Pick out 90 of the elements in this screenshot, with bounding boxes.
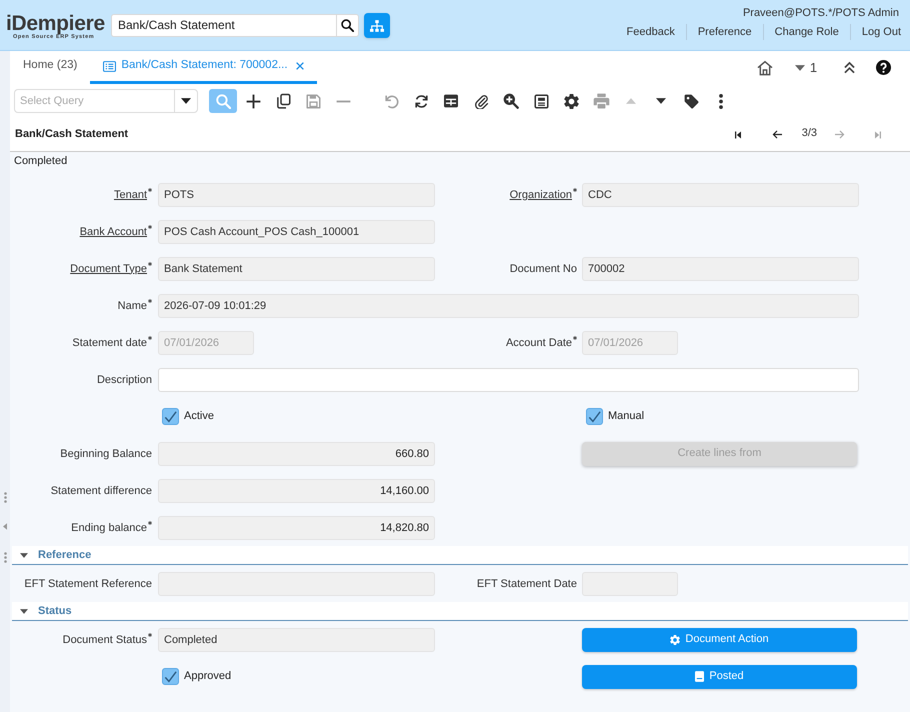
field-label: Name [118, 298, 147, 312]
table-icon [443, 94, 459, 108]
triangle-up-icon [626, 98, 636, 104]
amount-field[interactable]: 14,820.80 [158, 516, 435, 540]
field-label: Document Status [62, 632, 147, 646]
document-icon [695, 671, 704, 682]
section-header[interactable]: Status [12, 602, 908, 621]
checkmark-icon [164, 410, 177, 422]
text-field[interactable] [158, 572, 435, 596]
field-label[interactable]: Document Type [70, 262, 147, 276]
text-field[interactable]: Bank Statement [158, 256, 435, 280]
dropdown-button[interactable] [174, 89, 198, 113]
text-field[interactable]: POS Cash Account_POS Cash_100001 [158, 220, 435, 244]
newspaper-icon [534, 94, 548, 108]
arrow-right-icon [835, 130, 845, 139]
field-label[interactable]: Bank Account [80, 224, 147, 238]
tab-count-button[interactable]: 1 [790, 56, 822, 80]
record-status-label: Completed [13, 154, 68, 169]
amount-field[interactable]: 14,160.00 [158, 478, 435, 502]
record-title: Bank/Cash Statement [15, 127, 128, 142]
user-role-label: Praveen@POTS.*/POTS Admin [742, 6, 900, 20]
help-icon [876, 60, 890, 75]
plus-icon [246, 94, 260, 108]
field-label: Description [96, 372, 152, 386]
search-icon [341, 19, 354, 32]
paperclip-icon [474, 94, 488, 108]
close-icon[interactable] [296, 62, 304, 70]
refresh-icon [414, 94, 428, 108]
search-field[interactable]: Bank/Cash Statement [111, 14, 336, 37]
checkbox-label: Approved [184, 669, 232, 684]
header-link[interactable]: Change Role [764, 25, 850, 39]
header-link[interactable]: Preference [686, 25, 763, 39]
skip-first-icon [734, 130, 741, 138]
field-label: Beginning Balance [60, 446, 152, 460]
header-link[interactable]: Log Out [850, 25, 901, 39]
caret-down-icon [794, 64, 805, 70]
field-label: Document No [510, 262, 577, 276]
double-chevron-up-icon [842, 61, 856, 74]
date-field[interactable] [582, 572, 678, 596]
gear-icon [670, 634, 680, 644]
text-field[interactable]: Completed [158, 628, 435, 652]
checkbox[interactable] [162, 408, 179, 425]
home-icon [757, 60, 773, 76]
more-icon [719, 94, 723, 108]
amount-field[interactable]: 660.80 [158, 442, 435, 466]
field-label: Statement date [72, 336, 147, 350]
search-button[interactable] [336, 14, 359, 37]
sitemap-button[interactable] [364, 13, 390, 38]
text-field[interactable] [158, 368, 859, 392]
undo-icon [384, 94, 398, 108]
field-label: Statement difference [50, 484, 152, 498]
hierarchy-icon [370, 20, 384, 32]
zoom-in-icon [503, 93, 519, 109]
checkbox[interactable] [586, 408, 603, 425]
text-field[interactable]: 700002 [582, 256, 859, 280]
checkbox-label: Manual [608, 409, 644, 424]
text-field[interactable]: 2026-07-09 10:01:29 [158, 294, 859, 318]
checkmark-icon [588, 410, 601, 422]
caret-down-icon [20, 608, 28, 614]
field-label: EFT Statement Reference [24, 576, 152, 590]
text-field[interactable]: CDC [582, 182, 859, 206]
header-link[interactable]: Feedback [616, 25, 686, 39]
caret-down-icon [20, 552, 28, 558]
copy-icon [276, 93, 290, 109]
save-icon [306, 94, 320, 108]
grip-icon[interactable] [4, 492, 6, 503]
skip-last-icon [875, 130, 881, 138]
checkmark-icon [164, 670, 177, 682]
logo-wordmark: iDempiere [6, 13, 105, 34]
grip-icon[interactable] [4, 552, 6, 563]
checkbox[interactable] [162, 668, 179, 685]
field-label[interactable]: Organization [510, 188, 572, 202]
text-field[interactable]: POTS [158, 182, 435, 206]
list-icon [103, 60, 116, 72]
field-label: Account Date [506, 336, 572, 350]
field-label[interactable]: Tenant [114, 188, 147, 202]
gear-icon [564, 94, 578, 108]
section-header[interactable]: Reference [12, 546, 908, 565]
tag-icon [684, 94, 698, 108]
printer-icon [592, 93, 610, 109]
arrow-left-icon [772, 130, 782, 139]
search-icon [216, 94, 230, 108]
caret-down-icon [181, 98, 191, 104]
record-position: 3/3 [802, 126, 817, 142]
minus-icon [336, 100, 350, 102]
tab[interactable]: Home (23) [10, 51, 90, 84]
triangle-down-icon [656, 98, 666, 104]
field-label: Ending balance [71, 520, 147, 534]
checkbox-label: Active [184, 409, 214, 424]
field-label: EFT Statement Date [476, 576, 577, 590]
